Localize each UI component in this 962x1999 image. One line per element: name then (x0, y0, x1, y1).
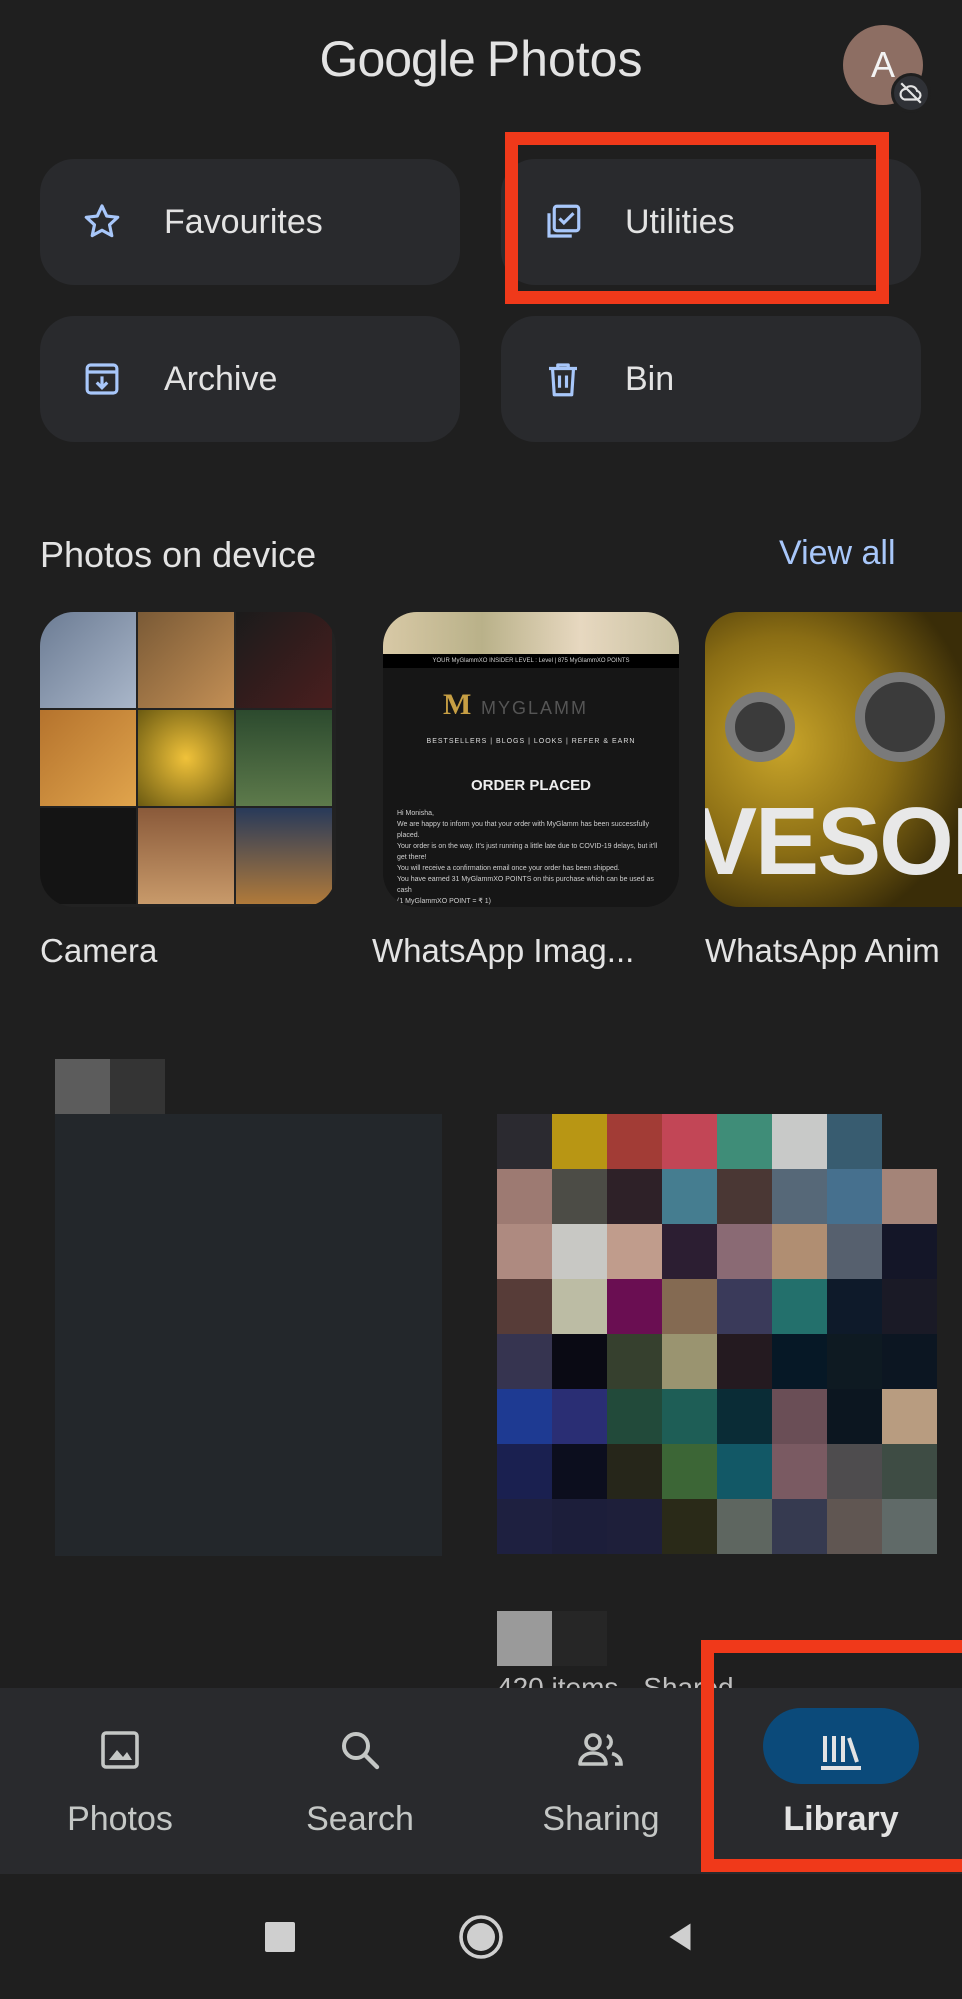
order-placed-heading: ORDER PLACED (470, 777, 591, 794)
bin-tile[interactable]: Bin (501, 316, 921, 442)
email-line: (1 MyGlammXO POINT = ₹ 1) (397, 898, 491, 905)
archive-tile[interactable]: Archive (40, 316, 460, 442)
favourites-label: Favourites (164, 202, 323, 241)
people-icon (481, 1720, 721, 1780)
back-triangle-icon[interactable] (650, 1874, 710, 1999)
placeholder-block (497, 1611, 552, 1666)
promo-banner (383, 612, 679, 654)
view-all-link[interactable]: View all (779, 534, 896, 573)
app-title: Google Photos (0, 30, 962, 88)
photo-icon (0, 1720, 240, 1780)
myglamm-logo-text: MYGLAMM (481, 698, 589, 718)
whatsapp-images-album-label: WhatsApp Imag... (372, 932, 635, 969)
app-title-brand: Google (319, 31, 476, 87)
system-navigation-bar (0, 1874, 962, 1999)
whatsapp-images-album-thumbnail[interactable]: YOUR MyGlammXO INSIDER LEVEL : Level | 8… (383, 612, 679, 907)
whatsapp-animated-album-thumbnail[interactable]: VESOM (705, 612, 962, 907)
bin-label: Bin (625, 359, 675, 398)
nav-search[interactable]: Search (240, 1688, 480, 1874)
favourites-tile[interactable]: Favourites (40, 159, 460, 285)
album-placeholder[interactable] (55, 1114, 442, 1556)
archive-icon (80, 357, 124, 401)
animation-caption: VESOM (705, 788, 962, 895)
email-line: Your order is on the way. It's just runn… (397, 843, 658, 861)
app-title-product: Photos (486, 31, 643, 87)
star-outline-icon (80, 200, 124, 244)
utilities-highlight-box (505, 132, 889, 304)
camera-album-label: Camera (40, 932, 158, 969)
recents-square-icon[interactable] (250, 1874, 310, 1999)
avatar-initial: A (870, 44, 895, 85)
nav-search-label: Search (306, 1800, 414, 1838)
trash-icon (541, 357, 585, 401)
email-line: Hi Monisha, (397, 810, 434, 817)
placeholder-block (110, 1059, 165, 1114)
nav-photos-label: Photos (67, 1800, 173, 1838)
nav-sharing[interactable]: Sharing (481, 1688, 721, 1874)
placeholder-block (552, 1611, 607, 1666)
backup-off-icon (891, 73, 931, 113)
email-line: You have earned 31 MyGlammXO POINTS on t… (397, 876, 654, 894)
email-body: Hi Monisha, We are happy to inform you t… (397, 808, 667, 907)
email-line: You will receive a confirmation email on… (397, 865, 620, 872)
photos-on-device-title: Photos on device (40, 534, 317, 575)
library-highlight-box (701, 1640, 962, 1872)
search-icon (240, 1720, 480, 1780)
home-circle-icon[interactable] (451, 1874, 511, 1999)
nav-photos[interactable]: Photos (0, 1688, 240, 1874)
myglamm-logo-mark: M (443, 688, 472, 721)
insider-level-bar: YOUR MyGlammXO INSIDER LEVEL : Level | 8… (383, 654, 679, 668)
email-nav: BESTSELLERS | BLOGS | LOOKS | REFER & EA… (426, 738, 636, 745)
camera-album-thumbnail[interactable] (40, 612, 336, 907)
whatsapp-animated-album-label: WhatsApp Anim (705, 932, 940, 969)
email-line: We are happy to inform you that your ord… (397, 821, 649, 839)
placeholder-block (55, 1059, 110, 1114)
nav-sharing-label: Sharing (542, 1800, 660, 1838)
archive-label: Archive (164, 359, 278, 398)
